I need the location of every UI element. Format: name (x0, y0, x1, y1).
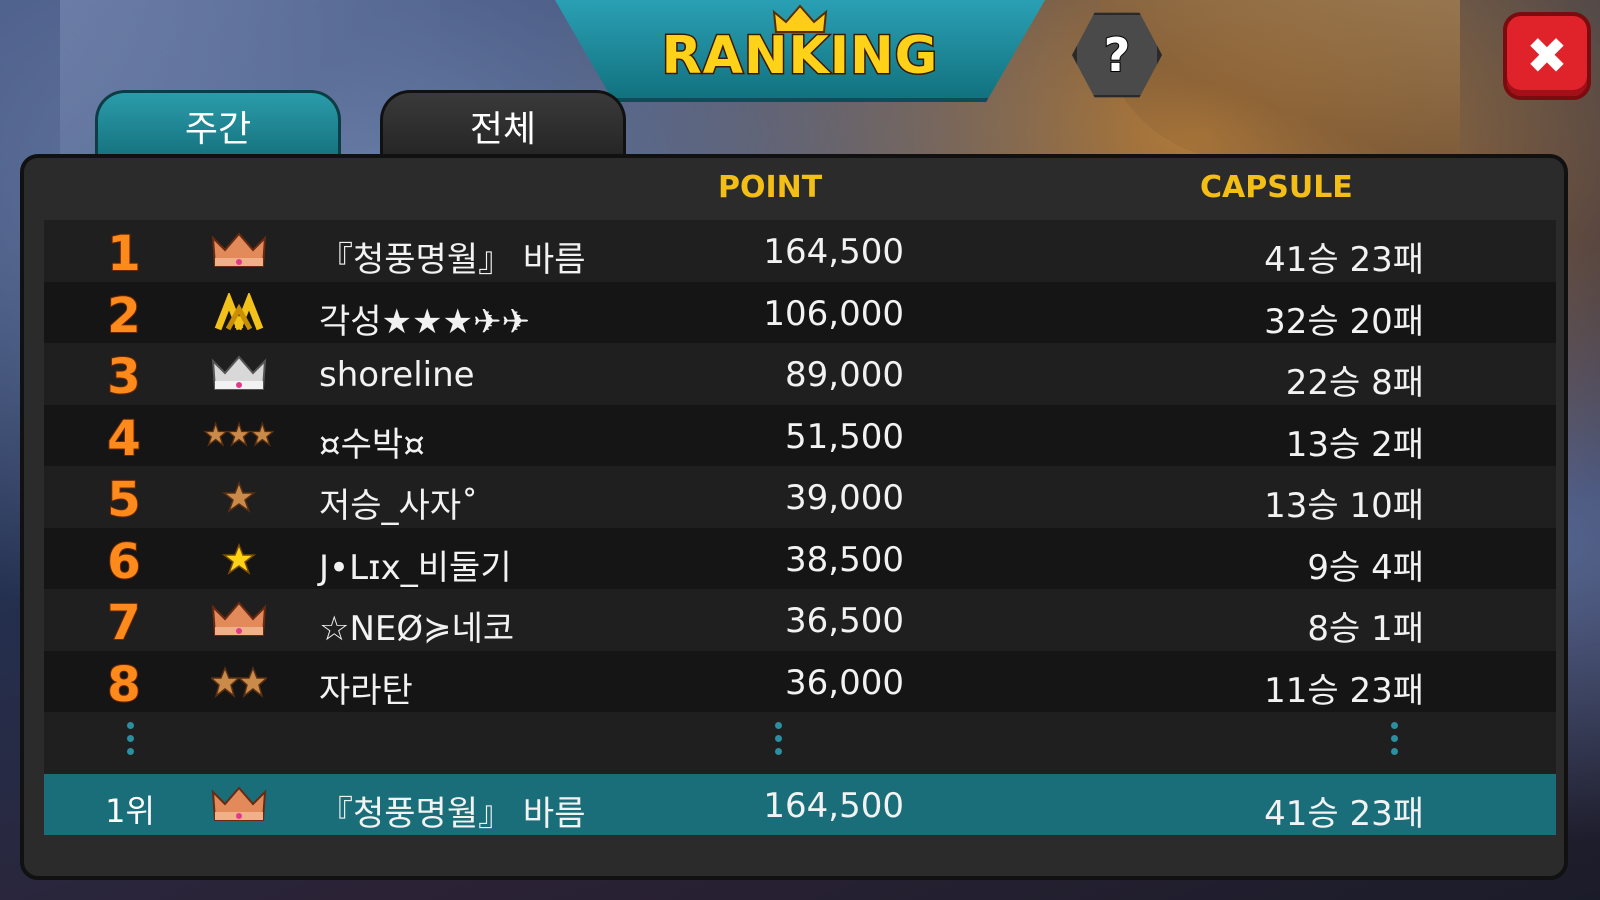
player-record: 41승 23패 (1264, 240, 1424, 280)
ellipsis-dots (1389, 722, 1399, 755)
question-icon: ? (1103, 27, 1132, 83)
rank-number: 3 (106, 348, 141, 406)
ellipsis-dots (773, 722, 783, 755)
crown-bronze-icon (204, 599, 274, 641)
player-point: 89,000 (785, 355, 904, 395)
rank-number: 6 (106, 533, 141, 591)
rank-number: 2 (106, 287, 141, 345)
my-name: 『청풍명월』 바름 (319, 793, 586, 834)
player-point: 39,000 (785, 478, 904, 518)
player-point: 51,500 (785, 416, 904, 457)
chevron-gold-icon (204, 292, 274, 334)
table-row[interactable]: 3 shoreline 89,000 22승 8패 (44, 343, 1556, 406)
rank-number: 4 (106, 410, 141, 468)
crown-silver-icon (204, 353, 274, 395)
player-record: 22승 8패 (1285, 363, 1424, 403)
three-stars-bronze-icon (204, 415, 274, 457)
ellipsis-dots (125, 722, 135, 755)
player-name: ¤수박¤ (319, 424, 425, 465)
player-name: ☆NEØ≽네코 (319, 609, 515, 649)
table-row[interactable]: 1 『청풍명월』 바름 164,500 41승 23패 (44, 220, 1556, 283)
background-art-right (1100, 0, 1460, 160)
player-point: 106,000 (763, 293, 904, 334)
ellipsis-row (44, 712, 1556, 774)
table-row[interactable]: 7 ☆NEØ≽네코 36,500 8승 1패 (44, 589, 1556, 652)
player-name: shoreline (319, 355, 475, 395)
rank-number: 1 (106, 225, 141, 283)
player-name: 자라탄 (319, 670, 413, 711)
star-gold-icon (204, 538, 274, 580)
player-record: 13승 10패 (1264, 486, 1424, 526)
player-point: 38,500 (785, 539, 904, 580)
player-point: 36,500 (785, 601, 904, 641)
my-rank-row[interactable]: 1위 『청풍명월』 바름 164,500 41승 23패 (44, 773, 1556, 835)
two-stars-bronze-icon (204, 661, 274, 703)
page-title: RANKING (660, 25, 939, 88)
rank-number: 7 (106, 594, 141, 652)
close-button[interactable]: ✖ (1503, 12, 1591, 100)
crown-bronze-icon (204, 230, 274, 272)
player-record: 13승 2패 (1285, 424, 1424, 465)
crown-bronze-icon (204, 784, 274, 826)
table-row[interactable]: 6 J•Lɪx_비둘기 38,500 9승 4패 (44, 527, 1556, 591)
star-bronze-icon (204, 476, 274, 518)
player-name: 『청풍명월』 바름 (319, 240, 586, 280)
player-name: 각성★★★✈✈ (319, 301, 530, 342)
player-record: 11승 23패 (1264, 670, 1424, 711)
table-row[interactable]: 4 ¤수박¤ 51,500 13승 2패 (44, 404, 1556, 468)
column-header-point: POINT (718, 170, 823, 205)
player-point: 164,500 (763, 232, 904, 272)
my-record: 41승 23패 (1264, 793, 1424, 834)
table-row[interactable]: 5 저승_사자˚ 39,000 13승 10패 (44, 466, 1556, 529)
ranking-table: 1 『청풍명월』 바름 164,500 41승 23패 2 각성★★★✈✈ 10… (44, 220, 1556, 835)
rank-number: 8 (106, 656, 141, 714)
player-point: 36,000 (785, 662, 904, 703)
column-header-capsule: CAPSULE (1200, 170, 1353, 205)
table-row[interactable]: 8 자라탄 36,000 11승 23패 (44, 650, 1556, 714)
rank-number: 5 (106, 471, 141, 529)
tab-all[interactable]: 전체 (380, 90, 626, 159)
my-rank: 1위 (105, 791, 155, 830)
tab-weekly[interactable]: 주간 (95, 90, 341, 159)
close-icon: ✖ (1526, 27, 1568, 85)
my-point: 164,500 (763, 785, 904, 826)
player-name: J•Lɪx_비둘기 (319, 547, 512, 588)
player-record: 32승 20패 (1264, 301, 1424, 342)
table-row[interactable]: 2 각성★★★✈✈ 106,000 32승 20패 (44, 281, 1556, 345)
player-name: 저승_사자˚ (319, 486, 479, 526)
player-record: 9승 4패 (1307, 547, 1424, 588)
player-record: 8승 1패 (1307, 609, 1424, 649)
